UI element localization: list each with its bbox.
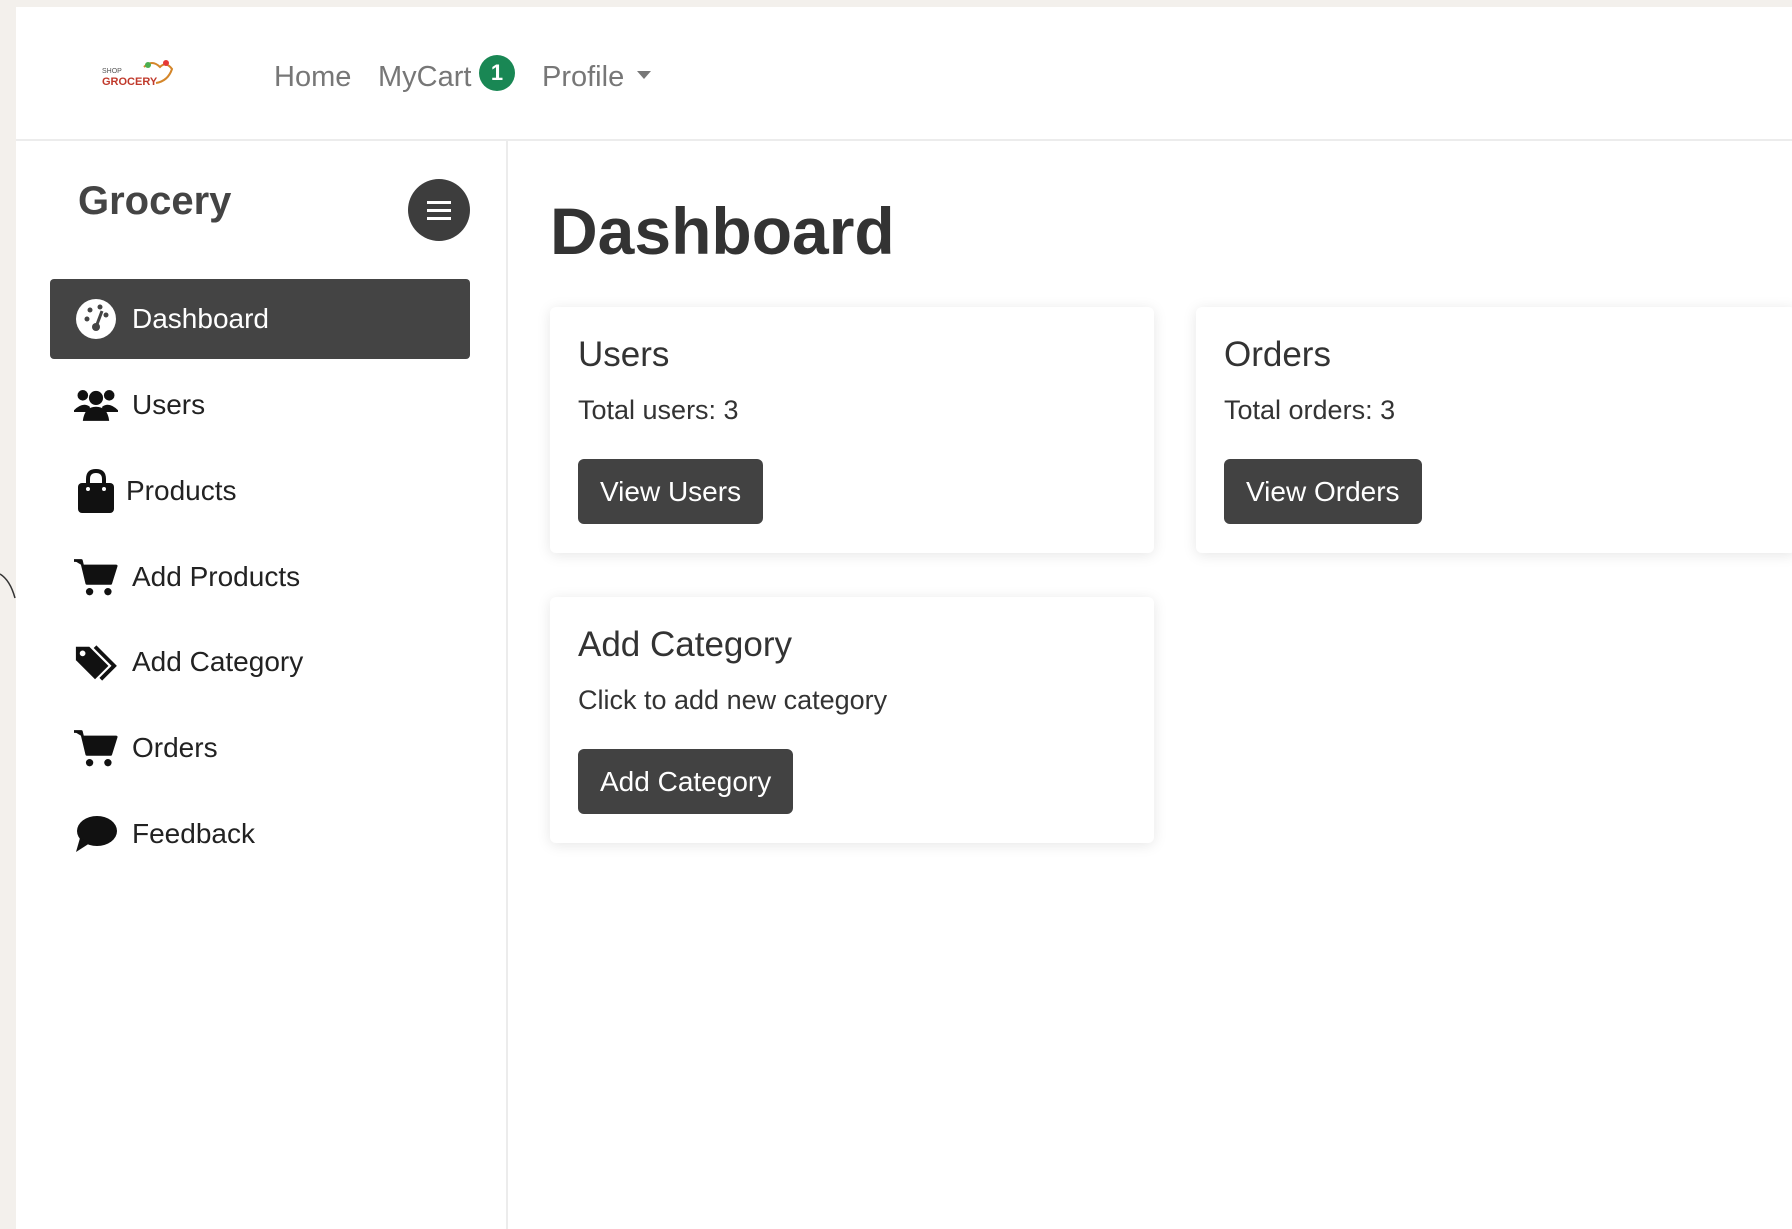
sidebar-item-orders[interactable]: Orders	[50, 708, 470, 788]
caret-down-icon[interactable]	[637, 71, 651, 79]
grocery-logo[interactable]: SHOP GROCERY	[100, 57, 182, 91]
sidebar-item-feedback[interactable]: Feedback	[50, 794, 470, 874]
sidebar-item-label: Add Category	[132, 646, 304, 677]
card-title: Add Category	[578, 625, 793, 664]
logo-text: GROCERY	[102, 76, 158, 88]
orders-card: Orders Total orders: 3 View Orders	[1196, 307, 1792, 553]
page-title: Dashboard	[550, 194, 895, 268]
tags-icon	[74, 640, 118, 684]
nav-home-link[interactable]: Home	[274, 57, 351, 97]
sidebar-toggle-button[interactable]	[408, 179, 470, 241]
users-card: Users Total users: 3 View Users	[550, 307, 1154, 553]
view-users-button[interactable]: View Users	[578, 459, 764, 524]
shopping-bag-icon	[74, 469, 118, 513]
decorative-curve	[0, 573, 16, 599]
cart-count-badge: 1	[479, 55, 515, 91]
app-window: SHOP GROCERY Home MyCart 1 Profile Groce…	[16, 7, 1792, 1229]
sidebar: Grocery Dashboard Users Products Add Pro…	[16, 141, 508, 1229]
top-navbar: SHOP GROCERY Home MyCart 1 Profile	[16, 7, 1792, 141]
sidebar-item-add-category[interactable]: Add Category	[50, 622, 470, 702]
sidebar-item-users[interactable]: Users	[50, 365, 470, 445]
card-text: Total orders: 3	[1224, 395, 1396, 425]
cart-icon	[74, 555, 118, 599]
sidebar-item-label: Products	[126, 475, 237, 506]
card-title: Orders	[1224, 335, 1331, 374]
sidebar-item-label: Feedback	[132, 818, 255, 849]
sidebar-item-label: Add Products	[132, 561, 301, 592]
dashboard-gauge-icon	[74, 297, 118, 341]
comment-icon	[74, 812, 118, 856]
nav-profile-dropdown[interactable]: Profile	[542, 57, 624, 97]
sidebar-item-label: Dashboard	[132, 303, 269, 334]
view-orders-button[interactable]: View Orders	[1224, 459, 1422, 524]
sidebar-item-products[interactable]: Products	[50, 451, 470, 531]
sidebar-item-label: Users	[132, 389, 206, 420]
users-icon	[74, 383, 118, 427]
card-title: Users	[578, 335, 670, 374]
hamburger-icon	[427, 201, 451, 204]
card-text: Total users: 3	[578, 395, 739, 425]
card-text: Click to add new category	[578, 685, 888, 715]
sidebar-item-label: Orders	[132, 732, 218, 763]
add-category-button[interactable]: Add Category	[578, 749, 794, 814]
logo-top-text: SHOP	[102, 68, 122, 75]
nav-mycart-link[interactable]: MyCart	[378, 57, 471, 97]
sidebar-item-dashboard[interactable]: Dashboard	[50, 279, 470, 359]
main-content: Dashboard Users Total users: 3 View User…	[508, 141, 1792, 1229]
sidebar-brand: Grocery	[78, 179, 232, 223]
sidebar-item-add-products[interactable]: Add Products	[50, 537, 470, 617]
cart-icon	[74, 726, 118, 770]
add-category-card: Add Category Click to add new category A…	[550, 597, 1154, 843]
